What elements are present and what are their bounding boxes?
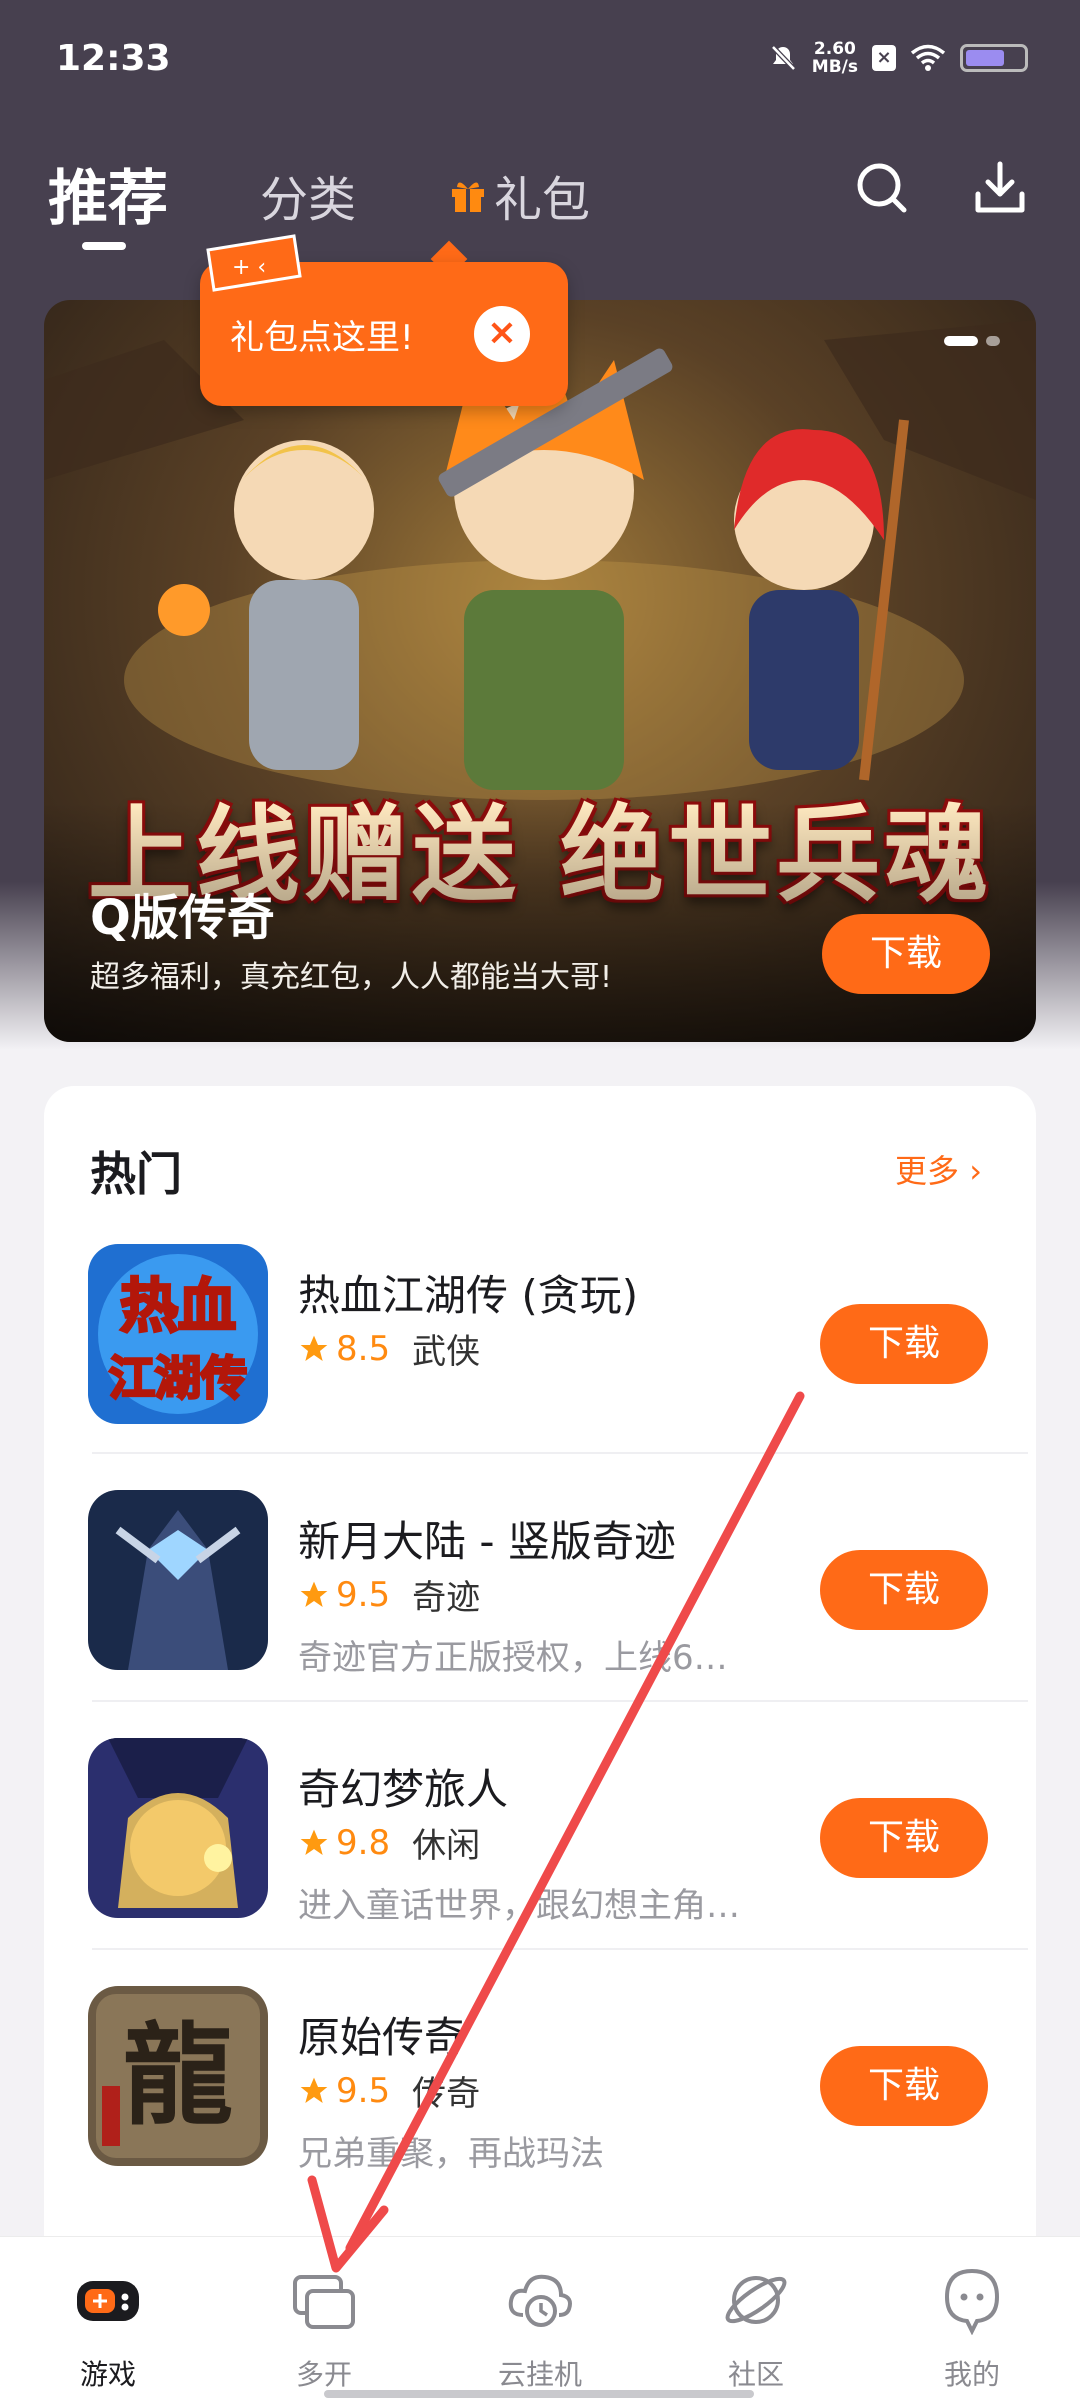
home-indicator xyxy=(324,2390,754,2398)
profile-icon xyxy=(944,2268,1000,2335)
divider xyxy=(92,1948,1028,1950)
net-speed: 2.60 MB/s xyxy=(811,39,858,77)
nav-label: 游戏 xyxy=(79,2358,136,2391)
gift-icon xyxy=(452,182,485,212)
nav-multi-open[interactable]: 多开 xyxy=(216,2237,432,2408)
banner-download-button[interactable]: 下载 xyxy=(822,914,990,994)
tab-gift[interactable]: 礼包 xyxy=(448,160,590,230)
bottom-navigation: 游戏 多开 云挂机 社区 我的 xyxy=(0,2236,1080,2408)
more-link[interactable]: 更多 › xyxy=(895,1146,982,1192)
game-category: 武侠 xyxy=(412,1332,481,1372)
game-name: 热血江湖传 (贪玩) xyxy=(298,1271,639,1320)
divider xyxy=(92,1452,1028,1454)
star-icon xyxy=(300,1335,328,1361)
nav-games[interactable]: 游戏 xyxy=(0,2237,216,2408)
nav-cloud-idle[interactable]: 云挂机 xyxy=(432,2237,648,2408)
banner-title: Q版传奇 xyxy=(90,890,275,946)
game-row[interactable]: 龍 原始传奇 9.5 传奇 兄弟重聚，再战玛法 下载 xyxy=(44,1986,1036,2234)
battery-icon xyxy=(960,44,1028,72)
game-description: 奇迹官方正版授权，上线6… xyxy=(298,1638,728,1678)
game-meta: 9.5 奇迹 xyxy=(298,1570,480,1619)
multi-window-icon xyxy=(293,2275,355,2329)
game-category: 传奇 xyxy=(412,2074,481,2114)
search-icon[interactable] xyxy=(852,158,912,218)
game-icon-xinyue xyxy=(88,1490,268,1670)
section-title: 热门 xyxy=(90,1147,182,1201)
game-score: 8.5 xyxy=(336,1328,391,1369)
download-button[interactable]: 下载 xyxy=(820,1550,988,1630)
banner-pager xyxy=(944,336,1000,346)
game-icon-qihuan xyxy=(88,1738,268,1918)
svg-text:江湖传: 江湖传 xyxy=(109,1351,247,1405)
app-notification-icon: × xyxy=(872,45,896,71)
active-tab-indicator xyxy=(82,242,126,250)
planet-icon xyxy=(725,2276,787,2324)
game-row[interactable]: 热血 江湖传 热血江湖传 (贪玩) 8.5 武侠 下载 xyxy=(44,1244,1036,1492)
banner-subtitle: 超多福利，真充红包，人人都能当大哥! xyxy=(90,960,613,995)
game-icon-rexue: 热血 江湖传 xyxy=(88,1244,268,1424)
game-meta: 9.8 休闲 xyxy=(298,1818,480,1867)
game-score: 9.5 xyxy=(336,1574,391,1615)
mute-bell-icon xyxy=(770,45,796,71)
hot-section: 热门 更多 › 热血 江湖传 热血江湖传 (贪玩) 8.5 武侠 下载 新月大陆… xyxy=(44,1086,1036,2408)
wifi-icon xyxy=(910,44,946,71)
game-meta: 8.5 武侠 xyxy=(298,1324,480,1373)
game-meta: 9.5 传奇 xyxy=(298,2066,480,2115)
tab-recommend[interactable]: 推荐 xyxy=(48,150,168,250)
tab-category[interactable]: 分类 xyxy=(260,160,356,230)
status-time: 12:33 xyxy=(56,38,171,79)
star-icon xyxy=(300,1829,328,1855)
nav-label: 我的 xyxy=(943,2358,1000,2391)
game-description: 进入童话世界，跟幻想主角… xyxy=(298,1886,740,1926)
nav-label: 云挂机 xyxy=(497,2358,582,2391)
star-icon xyxy=(300,2077,328,2103)
pager-dot xyxy=(986,336,1000,346)
top-tabs: 推荐 分类 礼包 xyxy=(48,150,682,250)
download-button[interactable]: 下载 xyxy=(820,2046,988,2126)
game-score: 9.8 xyxy=(336,1822,391,1863)
download-button[interactable]: 下载 xyxy=(820,1304,988,1384)
status-bar: 12:33 2.60 MB/s × xyxy=(0,0,1080,120)
close-icon[interactable]: × xyxy=(474,306,530,362)
game-category: 休闲 xyxy=(412,1826,481,1866)
nav-label: 多开 xyxy=(295,2358,352,2391)
nav-community[interactable]: 社区 xyxy=(648,2237,864,2408)
cloud-clock-icon xyxy=(508,2274,572,2327)
gamepad-mascot-icon: + ‹ xyxy=(206,234,302,292)
featured-banner[interactable]: 上线赠送 绝世兵魂 Q版传奇 超多福利，真充红包，人人都能当大哥! 下载 xyxy=(44,300,1036,1042)
game-category: 奇迹 xyxy=(412,1578,481,1618)
nav-profile[interactable]: 我的 xyxy=(864,2237,1080,2408)
tooltip-text: 礼包点这里! xyxy=(230,317,414,358)
star-icon xyxy=(300,1581,328,1607)
divider xyxy=(92,1700,1028,1702)
svg-text:龍: 龍 xyxy=(123,2011,233,2140)
game-name: 原始传奇 xyxy=(298,2013,467,2062)
game-name: 新月大陆 - 竖版奇迹 xyxy=(298,1517,676,1566)
status-icons: 2.60 MB/s × xyxy=(768,40,1028,76)
pager-dot-active xyxy=(944,336,978,346)
svg-text:+ ‹: + ‹ xyxy=(232,255,266,280)
download-button[interactable]: 下载 xyxy=(820,1798,988,1878)
nav-label: 社区 xyxy=(727,2358,784,2391)
game-description: 兄弟重聚，再战玛法 xyxy=(298,2134,604,2174)
svg-text:热血: 热血 xyxy=(120,1272,236,1340)
game-score: 9.5 xyxy=(336,2070,391,2111)
game-name: 奇幻梦旅人 xyxy=(298,1765,509,1814)
game-icon-yuanshi: 龍 xyxy=(88,1986,268,2166)
gamepad-icon xyxy=(77,2281,139,2321)
download-icon[interactable] xyxy=(970,158,1030,218)
